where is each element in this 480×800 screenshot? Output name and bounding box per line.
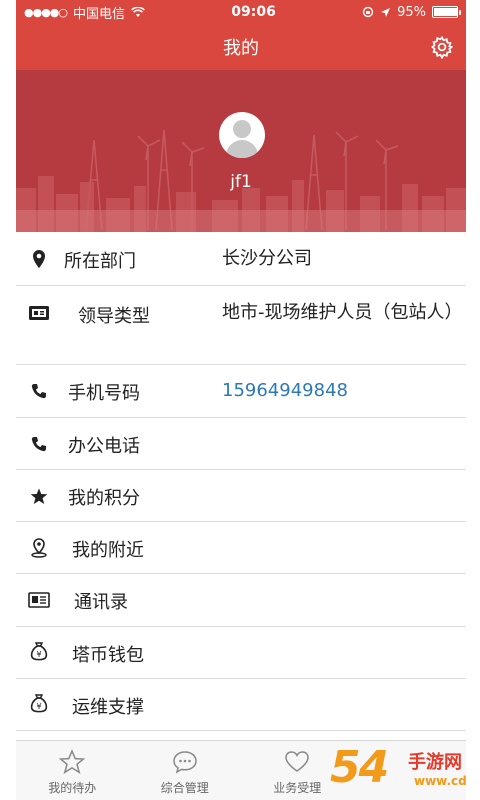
carrier-name: 中国电信 [73, 6, 126, 22]
address-book-icon [28, 589, 50, 611]
row-leader-type: 领导类型 地市-现场维护人员（包站人） [16, 286, 466, 365]
phone-icon [28, 433, 50, 455]
row-label: 领导类型 [78, 306, 150, 327]
rotation-lock-icon [362, 6, 374, 18]
wifi-icon [131, 6, 145, 17]
row-contacts[interactable]: 通讯录 [16, 574, 466, 627]
status-bar: ●●●●○ 中国电信 09:06 95% [16, 0, 466, 24]
battery-icon [432, 6, 461, 18]
avatar-head-shape [233, 120, 251, 138]
app-frame: ●●●●○ 中国电信 09:06 95% 我的 jf1 所在部门 长沙分公司 领… [0, 0, 480, 800]
signal-strength-icon: ●●●●○ [24, 5, 68, 19]
row-label: 办公电话 [68, 436, 140, 457]
row-my-points[interactable]: 我的积分 [16, 470, 466, 522]
star-icon [28, 485, 50, 507]
row-value: 地市-现场维护人员（包站人） [222, 302, 463, 323]
battery-percent: 95% [397, 4, 426, 20]
money-bag-icon: ¥ [28, 693, 50, 715]
star-outline-icon [59, 749, 86, 775]
watermark-text: 手游网 [408, 752, 462, 773]
row-office-phone[interactable]: 办公电话 [16, 418, 466, 470]
page-title: 我的 [223, 38, 259, 59]
row-label: 通讯录 [74, 592, 128, 613]
profile-menu-list: 所在部门 长沙分公司 领导类型 地市-现场维护人员（包站人） 手机号码 1596… [16, 232, 466, 731]
profile-banner: jf1 [16, 70, 466, 232]
tab-general-management[interactable]: 综合管理 [129, 741, 242, 800]
location-pin-icon [28, 248, 50, 270]
tab-label: 综合管理 [160, 781, 209, 795]
watermark-number: 54 [330, 742, 389, 793]
svg-text:¥: ¥ [36, 702, 41, 711]
row-nearby[interactable]: 我的附近 [16, 522, 466, 574]
avatar[interactable] [219, 112, 265, 158]
nav-bar: 我的 [16, 24, 466, 70]
username: jf1 [230, 172, 252, 192]
row-tower-coin-wallet[interactable]: ¥ 塔币钱包 [16, 627, 466, 679]
row-ops-support[interactable]: ¥ 运维支撑 [16, 679, 466, 731]
status-time: 09:06 [231, 4, 276, 20]
phone-icon [28, 380, 50, 402]
row-label: 运维支撑 [72, 697, 144, 718]
money-bag-icon: ¥ [28, 641, 50, 663]
battery-fill [434, 8, 457, 16]
tab-my-todo[interactable]: 我的待办 [16, 741, 129, 800]
tab-label: 我的待办 [48, 781, 97, 795]
nearby-pin-icon [28, 537, 50, 559]
left-margin [0, 0, 16, 800]
mobile-number-link[interactable]: 15964949848 [222, 376, 454, 406]
id-card-icon [28, 302, 50, 324]
row-label: 塔币钱包 [72, 645, 144, 666]
location-arrow-icon [381, 7, 391, 17]
avatar-body-shape [226, 140, 258, 158]
row-label: 我的附近 [72, 540, 144, 561]
row-label: 手机号码 [68, 383, 140, 404]
right-margin [466, 0, 480, 800]
tab-label: 业务受理 [273, 781, 322, 795]
settings-gear-icon[interactable] [430, 35, 454, 59]
chat-bubble-icon [172, 751, 197, 774]
row-label: 所在部门 [64, 251, 136, 272]
site-watermark-logo: 54 手游网 www.cdcncn [330, 742, 480, 800]
row-mobile: 手机号码 15964949848 [16, 365, 466, 418]
row-label: 我的积分 [68, 488, 140, 509]
row-department: 所在部门 长沙分公司 [16, 232, 466, 286]
heart-icon [285, 751, 310, 772]
svg-text:¥: ¥ [36, 650, 41, 659]
row-value: 长沙分公司 [222, 248, 312, 269]
